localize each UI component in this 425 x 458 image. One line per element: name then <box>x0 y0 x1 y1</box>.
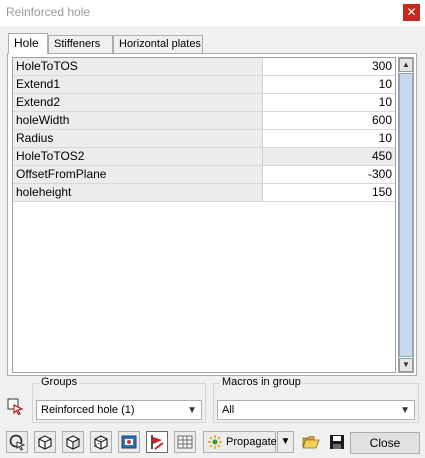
pick-object-icon <box>9 434 26 451</box>
groups-label: Groups <box>39 376 80 388</box>
property-value[interactable]: 10 <box>263 76 395 94</box>
table-row: holeWidth 600 <box>13 112 395 130</box>
table-row: OffsetFromPlane -300 <box>13 166 395 184</box>
load-into-model-button[interactable] <box>118 431 140 453</box>
property-name: HoleToTOS2 <box>13 148 263 166</box>
property-name: Extend1 <box>13 76 263 94</box>
propagate-dropdown-button[interactable]: ▼ <box>277 431 294 453</box>
property-value[interactable]: 10 <box>263 130 395 148</box>
groups-selected: Reinforced hole (1) <box>41 404 135 416</box>
table-row: Extend2 10 <box>13 94 395 112</box>
table-row: Radius 10 <box>13 130 395 148</box>
groups-box: Groups Reinforced hole (1) ▼ <box>32 376 206 423</box>
scroll-up-button[interactable]: ▲ <box>399 58 413 72</box>
folder-open-icon <box>302 436 320 449</box>
table-row: HoleToTOS 300 <box>13 58 395 76</box>
property-name: holeWidth <box>13 112 263 130</box>
macros-dropdown[interactable]: All ▼ <box>217 400 415 420</box>
table-view-button[interactable] <box>174 431 196 453</box>
table-row: HoleToTOS2 450 <box>13 148 395 166</box>
property-value[interactable]: 600 <box>263 112 395 130</box>
scroll-down-button[interactable]: ▼ <box>399 358 413 372</box>
property-value[interactable]: 150 <box>263 184 395 202</box>
pick-object-button[interactable] <box>6 431 28 453</box>
red-flag-icon <box>151 435 164 450</box>
title-bar: Reinforced hole ✕ <box>0 0 425 26</box>
property-grid: HoleToTOS 300 Extend1 10 Extend2 10 hole… <box>12 57 396 373</box>
property-name: Extend2 <box>13 94 263 112</box>
property-name: Radius <box>13 130 263 148</box>
bottom-toolbar: Propagate ▼ Close <box>0 430 425 456</box>
cube-wireframe-button[interactable] <box>90 431 112 453</box>
cube-wireframe-icon <box>94 435 108 450</box>
property-value[interactable]: 10 <box>263 94 395 112</box>
tab-stiffeners[interactable]: Stiffeners <box>48 35 113 53</box>
chevron-down-icon: ▼ <box>280 436 291 447</box>
cube-icon <box>38 435 52 450</box>
propagate-icon <box>208 435 222 449</box>
property-name: HoleToTOS <box>13 58 263 76</box>
table-row: Extend1 10 <box>13 76 395 94</box>
property-name: OffsetFromPlane <box>13 166 263 184</box>
chevron-down-icon: ▼ <box>187 405 197 416</box>
cube-selected-button[interactable] <box>62 431 84 453</box>
load-into-model-icon <box>121 435 137 449</box>
scroll-thumb[interactable] <box>399 73 413 357</box>
chevron-down-icon: ▼ <box>400 405 410 416</box>
attributes-mode-button[interactable] <box>146 431 168 453</box>
save-disk-icon <box>330 435 344 449</box>
property-name: holeheight <box>13 184 263 202</box>
select-cursor-icon <box>7 398 24 415</box>
properties-panel: HoleToTOS 300 Extend1 10 Extend2 10 hole… <box>7 53 417 376</box>
macros-box: Macros in group All ▼ <box>213 376 419 423</box>
propagate-label: Propagate <box>226 436 277 448</box>
select-in-model-button[interactable] <box>5 396 25 416</box>
property-value[interactable]: 300 <box>263 58 395 76</box>
macros-label: Macros in group <box>220 376 303 388</box>
close-button[interactable]: Close <box>350 432 420 454</box>
cube-button[interactable] <box>34 431 56 453</box>
table-row: holeheight 150 <box>13 184 395 202</box>
property-value[interactable]: 450 <box>263 148 395 166</box>
window-close-button[interactable]: ✕ <box>403 4 420 21</box>
save-button[interactable] <box>326 431 348 453</box>
property-value[interactable]: -300 <box>263 166 395 184</box>
vertical-scrollbar[interactable]: ▲ ▼ <box>398 57 414 373</box>
macros-selected: All <box>222 404 235 416</box>
propagate-button[interactable]: Propagate <box>203 431 277 453</box>
tab-horizontal-plates[interactable]: Horizontal plates <box>113 35 203 53</box>
open-button[interactable] <box>300 431 322 453</box>
window-title: Reinforced hole <box>6 5 91 19</box>
tab-hole[interactable]: Hole <box>8 33 48 54</box>
table-grid-icon <box>177 435 193 449</box>
cube-selected-icon <box>66 435 80 450</box>
groups-dropdown[interactable]: Reinforced hole (1) ▼ <box>36 400 202 420</box>
